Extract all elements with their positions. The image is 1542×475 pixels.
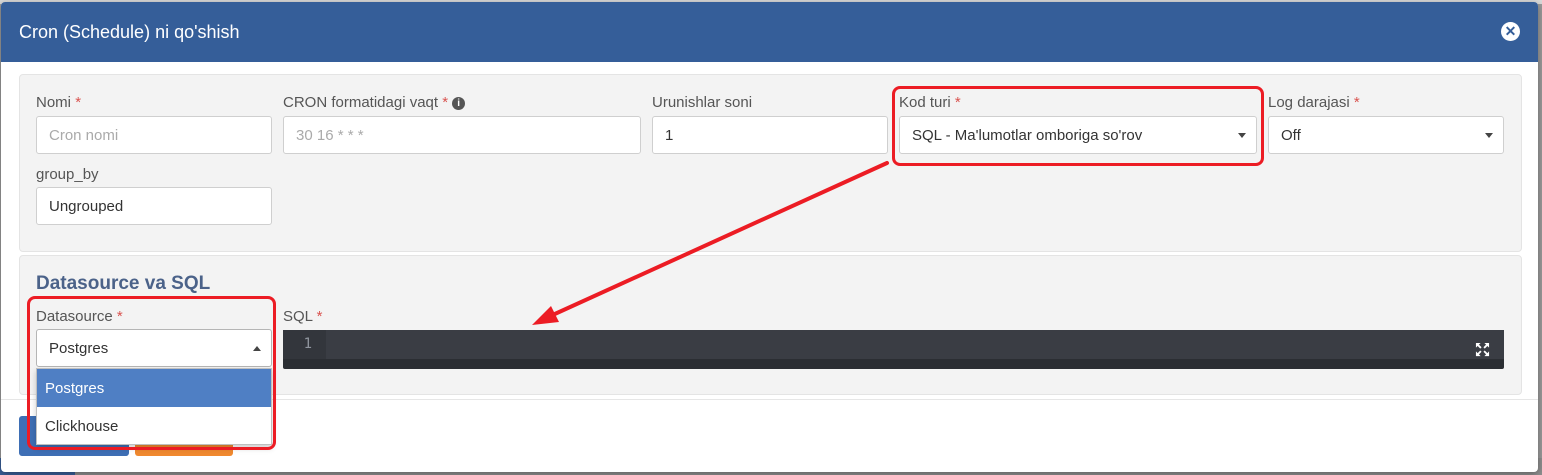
log-level-select[interactable]: Off — [1268, 116, 1504, 154]
info-icon[interactable]: i — [452, 97, 466, 110]
datasource-option[interactable]: Clickhouse — [37, 407, 271, 445]
chevron-up-icon — [253, 346, 261, 351]
datasource-option[interactable]: Postgres — [37, 369, 271, 407]
datasource-dropdown: Postgres Clickhouse — [36, 368, 272, 445]
log-level-label: Log darajasi * — [1268, 94, 1360, 111]
section-title: Datasource va SQL — [36, 273, 211, 294]
group-by-label: group_by — [36, 166, 99, 183]
close-icon[interactable]: ✕ — [1501, 22, 1520, 41]
datasource-label: Datasource * — [36, 308, 123, 325]
modal-header: Cron (Schedule) ni qo'shish ✕ — [1, 2, 1538, 62]
cron-input[interactable]: 30 16 * * * — [283, 116, 641, 154]
code-type-label: Kod turi * — [899, 94, 961, 111]
group-by-input[interactable]: Ungrouped — [36, 187, 272, 225]
cron-label: CRON formatidagi vaqt * i — [283, 94, 466, 111]
editor-active-line[interactable] — [326, 330, 1504, 359]
cron-modal: Cron (Schedule) ni qo'shish ✕ Nomi * CRO… — [1, 2, 1538, 472]
name-label: Nomi * — [36, 94, 82, 111]
chevron-down-icon — [1485, 133, 1493, 138]
attempts-input[interactable]: 1 — [652, 116, 888, 154]
sql-editor[interactable]: 1 — [283, 330, 1504, 369]
line-number: 1 — [283, 330, 326, 359]
name-input[interactable]: Cron nomi — [36, 116, 272, 154]
modal-title: Cron (Schedule) ni qo'shish — [19, 21, 240, 42]
chevron-down-icon — [1238, 133, 1246, 138]
expand-icon[interactable] — [1475, 342, 1490, 357]
datasource-select[interactable]: Postgres — [36, 329, 272, 367]
sql-label: SQL * — [283, 308, 323, 325]
attempts-label: Urunishlar soni — [652, 94, 753, 111]
code-type-select[interactable]: SQL - Ma'lumotlar omboriga so'rov — [899, 116, 1257, 154]
